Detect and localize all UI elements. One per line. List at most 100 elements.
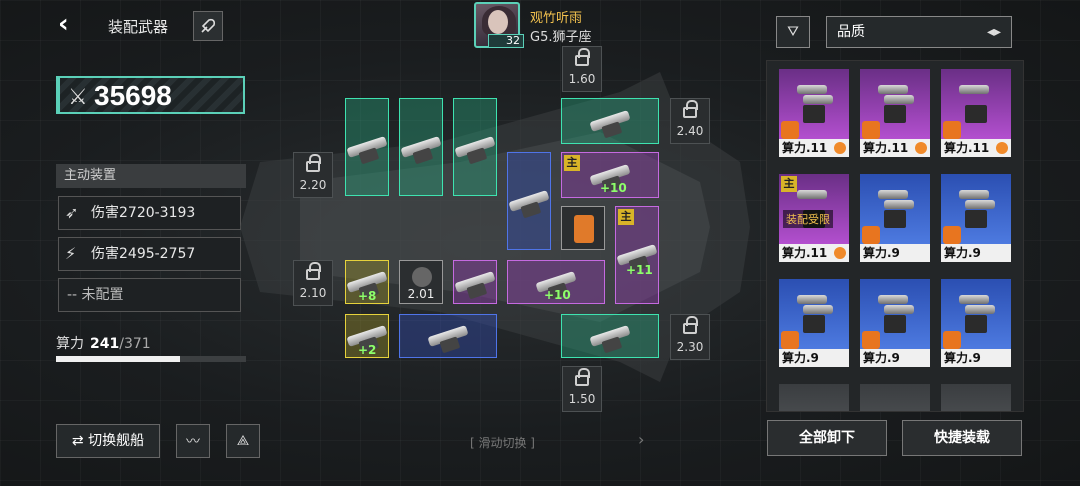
pilot-name: 观竹听雨	[530, 11, 583, 26]
weapon-slot[interactable]	[561, 98, 659, 144]
lock-icon	[306, 262, 321, 280]
main-weapon-tag: 主	[564, 155, 580, 171]
locked-slot-bottom[interactable]: 1.50	[562, 366, 602, 412]
card-image	[860, 384, 930, 411]
inventory-card[interactable]: 算力.11	[860, 69, 930, 157]
combat-power-value: 35698	[94, 80, 172, 111]
card-label: 算力.9	[860, 244, 930, 262]
weapon-slot[interactable]	[561, 314, 659, 358]
weapon-slot[interactable]	[507, 152, 551, 250]
inventory-card[interactable]: 算力.9	[941, 279, 1011, 367]
weapon-slot[interactable]: +10	[507, 260, 605, 304]
inventory-card[interactable]: 算力.9	[860, 174, 930, 262]
waveform-button[interactable]: 〰	[176, 424, 210, 458]
lock-icon	[683, 316, 698, 334]
inventory-panel[interactable]: 算力.11 算力.11 算力.11 主 装配受限 算力.11 算力.9 算力.9	[766, 60, 1024, 412]
compute-current: 241	[90, 336, 120, 352]
gear-icon	[996, 142, 1008, 154]
sort-dropdown[interactable]: 品质 ◂▸	[826, 16, 1012, 48]
cannon-icon	[454, 136, 496, 158]
inventory-card[interactable]: 算力.11	[941, 69, 1011, 157]
weapon-slot[interactable]: +8	[345, 260, 389, 304]
cannon-icon	[346, 136, 388, 158]
compute-progress-fill	[56, 356, 180, 362]
equip-slot-label: 伤害2720-3193	[91, 205, 196, 221]
lock-icon	[306, 154, 321, 172]
chevron-right-icon[interactable]: ›	[638, 430, 644, 449]
weapon-slot[interactable]: 主 +11	[615, 206, 659, 304]
equip-slot-2[interactable]: ⚡ 伤害2495-2757	[58, 237, 241, 271]
lock-icon	[575, 48, 590, 66]
pilot-level-badge: 32	[488, 34, 524, 48]
module-icon	[574, 215, 594, 243]
inventory-card[interactable]: 主 装配受限 算力.11	[779, 174, 849, 262]
tier-badge-icon	[781, 121, 799, 139]
weapon-slot[interactable]	[399, 314, 497, 358]
locked-slot-left-top[interactable]: 2.20	[293, 152, 333, 198]
locked-slot-top[interactable]: 1.60	[562, 46, 602, 92]
pilot-rank: G5.狮子座	[530, 30, 592, 45]
back-icon[interactable]: ‹	[58, 11, 80, 38]
weapon-slot[interactable]	[453, 260, 497, 304]
inventory-card-partial[interactable]	[941, 384, 1011, 411]
filter-button[interactable]: ⛛	[776, 16, 810, 48]
weapon-slot[interactable]: +2	[345, 314, 389, 358]
tier-badge-icon	[781, 331, 799, 349]
lock-value: 2.20	[299, 178, 327, 192]
slot-bonus: +10	[600, 181, 627, 195]
card-image	[779, 384, 849, 411]
card-label: 算力.9	[860, 349, 930, 367]
avatar-face	[488, 10, 508, 34]
cannon-icon	[427, 325, 469, 347]
lock-value: 2.30	[676, 340, 704, 354]
cannon-icon	[589, 325, 631, 347]
gear-icon	[915, 142, 927, 154]
combat-power-box: ⚔ 35698	[56, 76, 245, 114]
weapon-slot[interactable]	[345, 98, 389, 196]
lock-value: 2.40	[676, 124, 704, 138]
module-value: 2.01	[407, 287, 435, 301]
cannon-icon	[793, 293, 835, 333]
slot-bonus: +8	[358, 289, 377, 303]
inventory-card-partial[interactable]	[779, 384, 849, 411]
tier-badge-icon	[943, 331, 961, 349]
quick-equip-button[interactable]: 快捷装载	[902, 420, 1022, 456]
card-label: 算力.9	[941, 244, 1011, 262]
equip-slot-3[interactable]: -- 未配置	[58, 278, 241, 312]
inventory-card[interactable]: 算力.11	[779, 69, 849, 157]
rocket-button[interactable]	[193, 11, 223, 41]
inventory-card[interactable]: 算力.9	[779, 279, 849, 367]
inventory-card[interactable]: 算力.9	[941, 174, 1011, 262]
switch-ship-button[interactable]: ⇄ 切换舰船	[56, 424, 160, 458]
gear-icon	[834, 247, 846, 259]
inventory-card[interactable]: 算力.9	[860, 279, 930, 367]
weapon-slot[interactable]: 主 +10	[561, 152, 659, 198]
fleet-button[interactable]: ⟁	[226, 424, 260, 458]
module-slot[interactable]	[561, 206, 605, 250]
main-weapon-tag: 主	[618, 209, 634, 225]
sort-label: 品质	[837, 24, 865, 40]
crossed-swords-icon: ⚔	[68, 85, 88, 110]
restricted-warning: 装配受限	[783, 210, 833, 228]
card-label: 算力.9	[779, 349, 849, 367]
module-slot[interactable]: 2.01	[399, 260, 443, 304]
locked-slot-left-bottom[interactable]: 2.10	[293, 260, 333, 306]
locked-slot-right-top[interactable]: 2.40	[670, 98, 710, 144]
lock-icon	[575, 368, 590, 386]
equip-slot-label: 伤害2495-2757	[91, 246, 196, 262]
weapon-slot[interactable]	[399, 98, 443, 196]
compute-title: 算力	[56, 336, 84, 352]
card-image	[941, 384, 1011, 411]
compute-progress-bar	[56, 356, 246, 362]
unload-all-button[interactable]: 全部卸下	[767, 420, 887, 456]
sort-toggle-icon: ◂▸	[986, 24, 1001, 40]
lock-value: 1.60	[568, 72, 596, 86]
inventory-card-partial[interactable]	[860, 384, 930, 411]
weapon-slot[interactable]	[453, 98, 497, 196]
missile-icon: ➶	[65, 203, 79, 222]
sphere-icon	[412, 267, 432, 287]
equip-slot-label: -- 未配置	[67, 287, 124, 303]
tier-badge-icon	[943, 121, 961, 139]
equip-slot-1[interactable]: ➶ 伤害2720-3193	[58, 196, 241, 230]
locked-slot-right-bottom[interactable]: 2.30	[670, 314, 710, 360]
